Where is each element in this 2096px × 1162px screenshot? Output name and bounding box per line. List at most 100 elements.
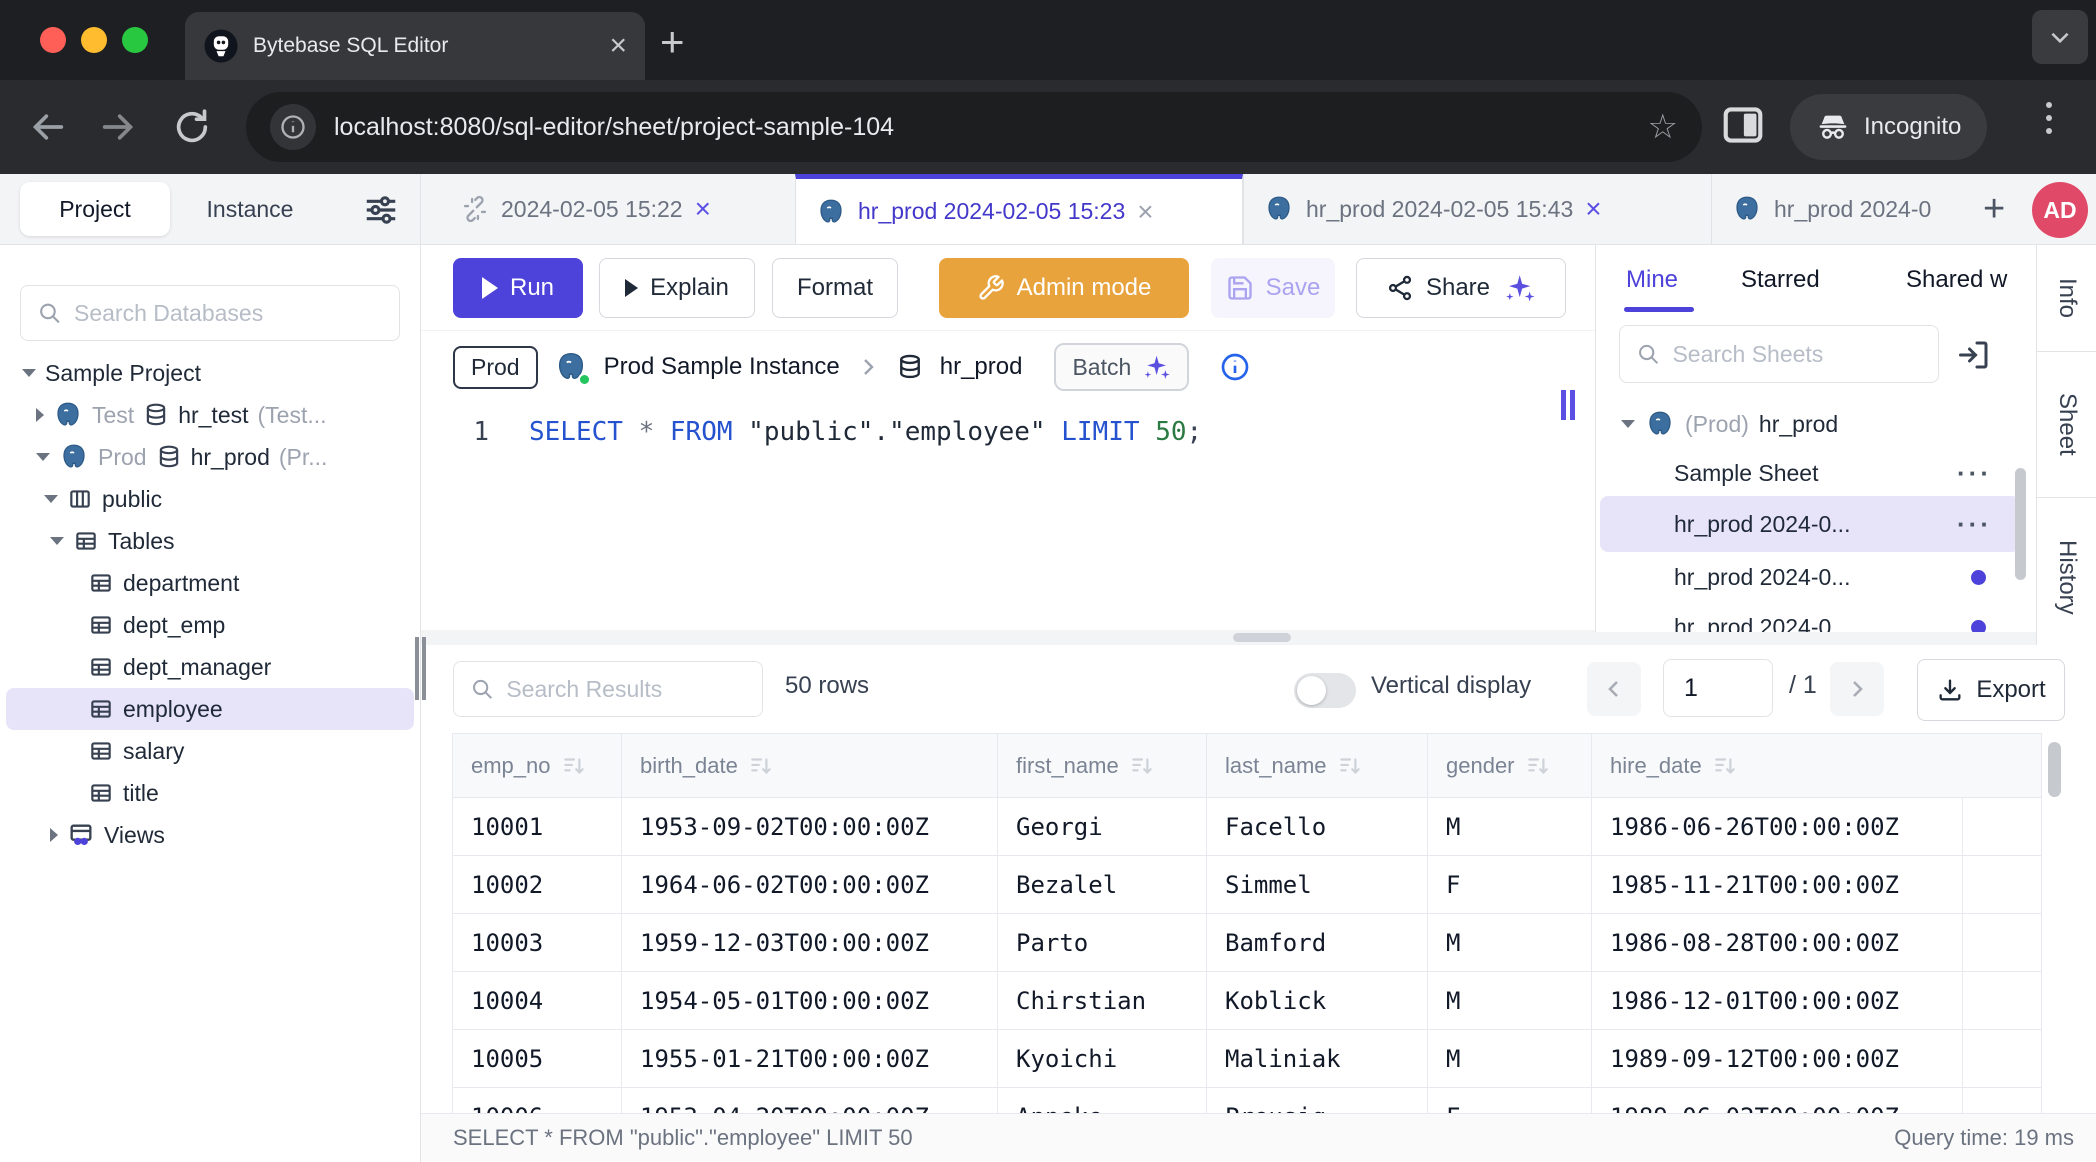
database-icon (143, 402, 169, 428)
tree-item-title[interactable]: title (0, 772, 420, 814)
column-header[interactable]: gender (1428, 734, 1592, 797)
table-icon (88, 696, 114, 722)
url-text: localhost:8080/sql-editor/sheet/project-… (334, 113, 1630, 142)
back-icon[interactable] (28, 107, 68, 147)
vertical-display-toggle[interactable] (1294, 673, 1356, 708)
column-header[interactable]: first_name (998, 734, 1207, 797)
save-button-disabled[interactable]: Save (1211, 258, 1335, 318)
address-bar[interactable]: localhost:8080/sql-editor/sheet/project-… (246, 92, 1702, 162)
explain-button[interactable]: Explain (599, 258, 755, 318)
sheet-list-item[interactable]: hr_prod 2024-0... ··· (1600, 552, 2020, 602)
sheet-group-hr-prod[interactable]: (Prod) hr_prod (1596, 400, 2036, 448)
sort-icon[interactable] (1712, 753, 1738, 779)
panel-divider[interactable] (421, 630, 2036, 645)
filter-settings-icon[interactable] (362, 191, 400, 229)
sort-icon[interactable] (1337, 753, 1363, 779)
column-header[interactable]: birth_date (622, 734, 998, 797)
column-header[interactable]: emp_no (453, 734, 622, 797)
admin-mode-button[interactable]: Admin mode (939, 258, 1189, 318)
sheet-search[interactable] (1619, 325, 1939, 383)
sort-icon[interactable] (561, 753, 587, 779)
window-zoom-button[interactable] (122, 27, 148, 53)
sidebar-drag-handle[interactable] (415, 637, 426, 700)
tab-search-chevron-button[interactable] (2032, 10, 2088, 64)
sheet-search-input[interactable] (1672, 341, 1922, 368)
side-panel-icon[interactable] (1722, 106, 1764, 144)
batch-mode-chip[interactable]: Batch (1054, 343, 1189, 391)
column-header[interactable]: hire_date (1592, 734, 1963, 797)
database-search-input[interactable] (74, 300, 383, 327)
sheet-tab-mine[interactable]: Mine (1626, 245, 1678, 315)
forward-icon[interactable] (98, 107, 138, 147)
connection-info-icon[interactable] (1219, 351, 1251, 383)
sheet-list-item[interactable]: hr_prod 2024-0... ··· (1600, 496, 2020, 552)
bookmark-star-icon[interactable]: ☆ (1648, 107, 1678, 147)
tree-item-public-schema[interactable]: public (0, 478, 420, 520)
sidebar-tab-instance[interactable]: Instance (185, 182, 315, 236)
close-tab-icon[interactable]: × (695, 193, 711, 225)
tree-item-employee-selected[interactable]: employee (6, 688, 414, 730)
rail-tab-sheet[interactable]: Sheet (2037, 352, 2096, 497)
database-search[interactable] (20, 285, 400, 341)
sheet-tab-shared[interactable]: Shared w (1906, 245, 2007, 315)
export-button[interactable]: Export (1917, 659, 2065, 721)
rail-tab-info[interactable]: Info (2037, 245, 2096, 351)
tree-item-department[interactable]: department (0, 562, 420, 604)
rail-tab-history[interactable]: History (2037, 498, 2096, 657)
sheet-list-item[interactable]: hr_prod 2024-0... ··· (1600, 602, 2020, 632)
tree-item-hr-prod[interactable]: Prod hr_prod (Pr... (0, 436, 420, 478)
more-menu-icon[interactable]: ··· (1957, 458, 1992, 489)
editor-tab-3[interactable]: hr_prod 2024-02-05 15:43 × (1243, 174, 1711, 244)
tree-item-views-group[interactable]: Views (0, 814, 420, 856)
ai-sparkle-icon (1141, 352, 1171, 382)
window-minimize-button[interactable] (81, 27, 107, 53)
run-button[interactable]: Run (453, 258, 583, 318)
cell-gender: M (1428, 1030, 1592, 1087)
sort-icon[interactable] (748, 753, 774, 779)
import-sheet-icon[interactable] (1956, 337, 1992, 373)
reload-icon[interactable] (172, 107, 212, 147)
tree-item-dept-emp[interactable]: dept_emp (0, 604, 420, 646)
tree-item-sample-project[interactable]: Sample Project (0, 352, 420, 394)
column-header[interactable]: last_name (1207, 734, 1428, 797)
sort-icon[interactable] (1525, 753, 1551, 779)
new-tab-icon[interactable]: + (660, 18, 685, 66)
browser-tab-close-icon[interactable]: × (609, 31, 627, 61)
prev-page-button[interactable] (1587, 662, 1641, 716)
instance-name[interactable]: Prod Sample Instance (604, 353, 840, 381)
table-scrollbar[interactable] (2048, 742, 2061, 797)
editor-tab-2-active[interactable]: hr_prod 2024-02-05 15:23 × (795, 174, 1243, 244)
results-search-input[interactable] (506, 676, 746, 703)
sheet-list-scrollbar[interactable] (2015, 468, 2026, 580)
more-menu-icon[interactable]: ··· (1957, 509, 1992, 540)
sidebar-tab-project[interactable]: Project (20, 182, 170, 236)
share-button[interactable]: Share (1356, 258, 1566, 318)
tree-item-hr-test[interactable]: Test hr_test (Test... (0, 394, 420, 436)
page-number-input[interactable] (1663, 659, 1773, 717)
divider-drag-pill[interactable] (1233, 633, 1291, 642)
editor-tab-1[interactable]: 2024-02-05 15:22 × (441, 174, 795, 244)
sheet-list-item[interactable]: Sample Sheet ··· (1600, 448, 2020, 498)
results-search[interactable] (453, 661, 763, 717)
close-tab-icon[interactable]: × (1585, 193, 1601, 225)
close-tab-icon[interactable]: × (1137, 196, 1153, 228)
sheet-tab-starred[interactable]: Starred (1741, 245, 1820, 315)
tree-item-tables-group[interactable]: Tables (0, 520, 420, 562)
tree-item-salary[interactable]: salary (0, 730, 420, 772)
next-page-button[interactable] (1830, 662, 1884, 716)
editor-scrollbar-marks[interactable] (1561, 390, 1575, 420)
window-close-button[interactable] (40, 27, 66, 53)
user-avatar[interactable]: AD (2032, 182, 2088, 238)
new-sheet-tab-icon[interactable]: + (1967, 174, 2021, 244)
site-info-icon[interactable] (270, 104, 316, 150)
tree-item-dept-manager[interactable]: dept_manager (0, 646, 420, 688)
editor-tab-4[interactable]: hr_prod 2024-0 (1711, 174, 1967, 244)
format-button[interactable]: Format (772, 258, 898, 318)
right-rail: Info Sheet History (2036, 245, 2096, 657)
page-input[interactable] (1684, 674, 1752, 703)
browser-tab[interactable]: Bytebase SQL Editor × (185, 12, 645, 80)
browser-menu-icon[interactable] (2046, 102, 2052, 134)
sql-editor-line[interactable]: 1 SELECT * FROM "public"."employee" LIMI… (421, 417, 1561, 457)
database-name[interactable]: hr_prod (940, 353, 1023, 381)
sort-icon[interactable] (1129, 753, 1155, 779)
